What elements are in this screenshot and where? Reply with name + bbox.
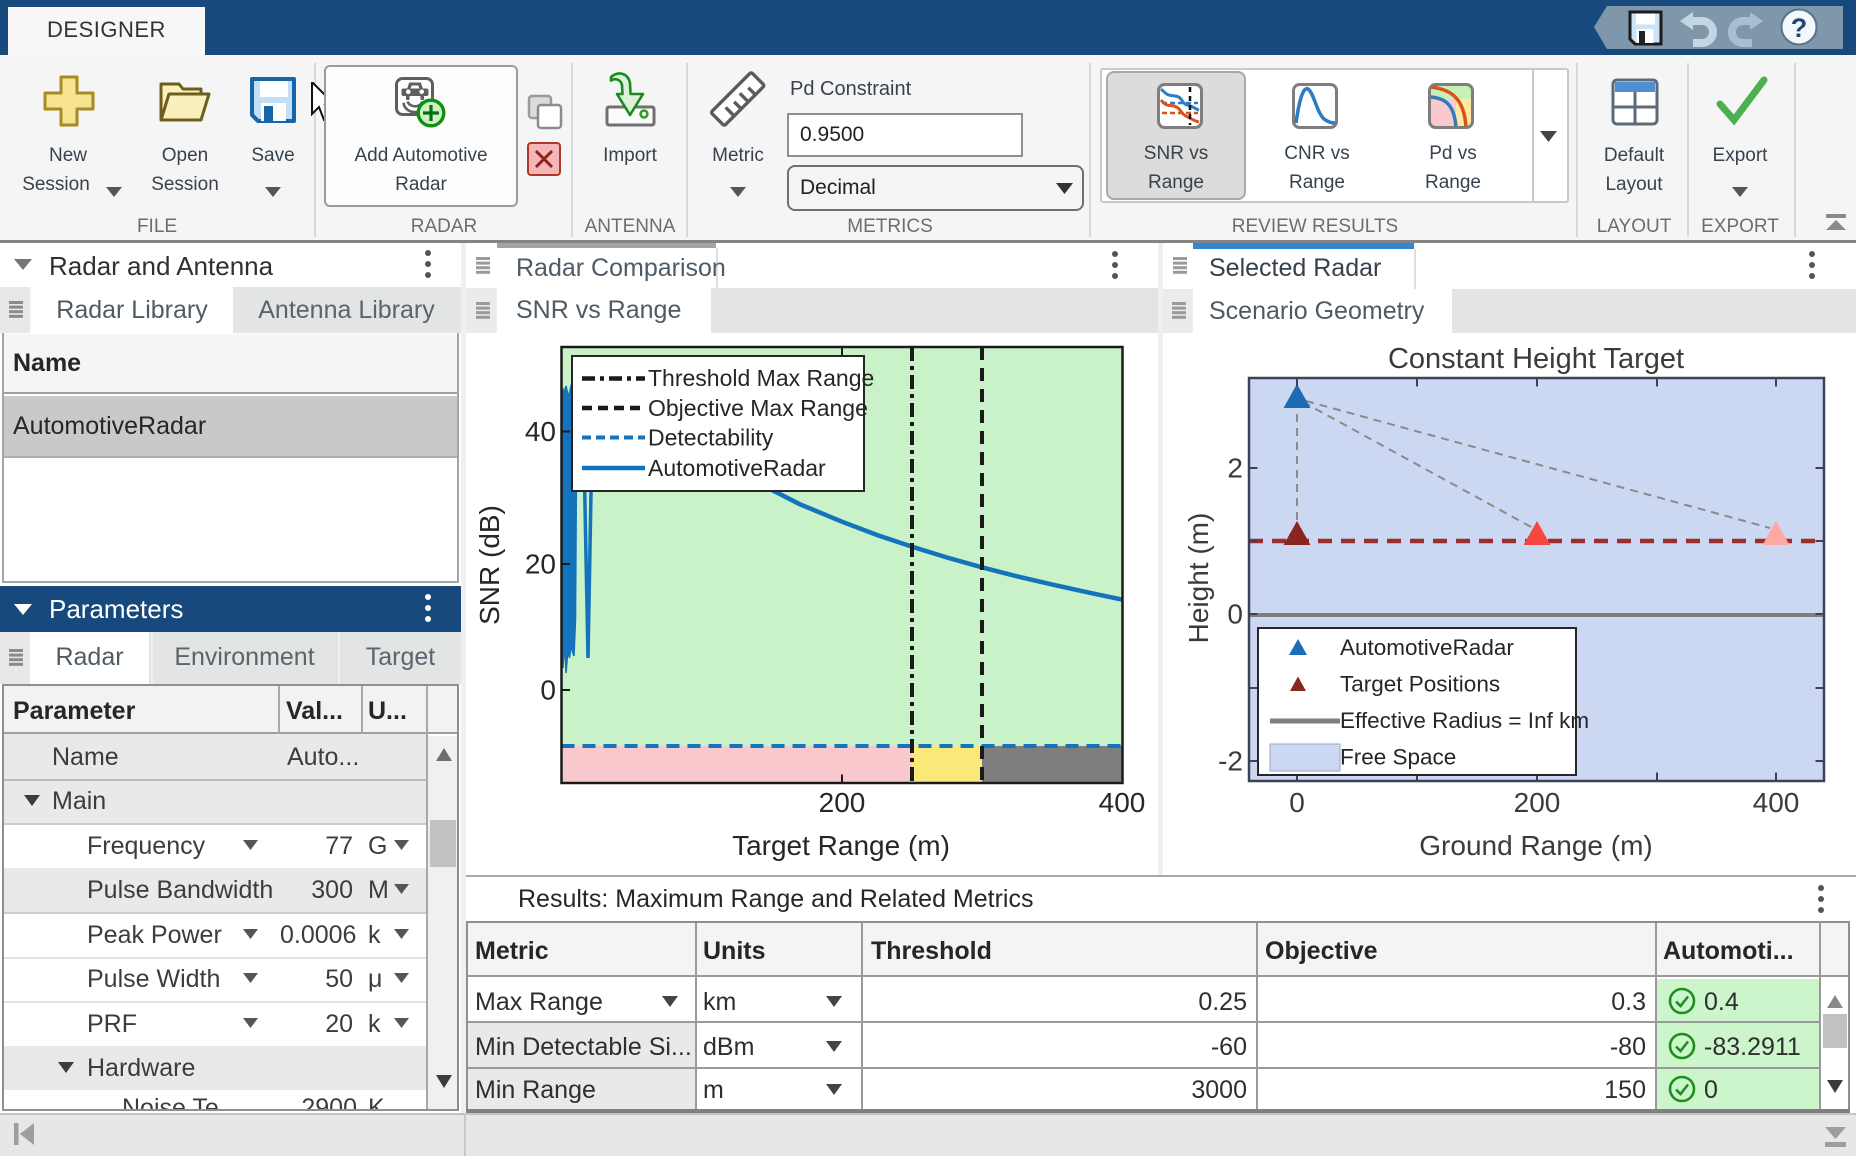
svg-text:SNR (dB): SNR (dB) [474,505,505,625]
svg-text:0: 0 [1227,599,1243,630]
svg-text:Free Space: Free Space [1340,745,1456,770]
svg-text:Ground Range (m): Ground Range (m) [1419,830,1652,861]
svg-text:40: 40 [525,416,556,447]
svg-text:200: 200 [1514,787,1561,818]
svg-text:?: ? [1791,13,1808,43]
svg-text:Threshold Max Range: Threshold Max Range [648,365,874,391]
svg-text:2: 2 [1227,453,1243,484]
svg-text:Effective Radius = Inf km: Effective Radius = Inf km [1340,708,1589,733]
svg-text:400: 400 [1753,787,1800,818]
svg-text:0: 0 [1289,787,1305,818]
svg-text:Target Range (m): Target Range (m) [732,830,950,861]
svg-text:0: 0 [540,675,556,706]
svg-text:-2: -2 [1218,746,1243,777]
svg-text:Height (m): Height (m) [1183,513,1214,644]
svg-text:Constant Height Target: Constant Height Target [1388,343,1684,375]
svg-text:Target Positions: Target Positions [1340,672,1500,697]
svg-text:Objective Max Range: Objective Max Range [648,395,868,421]
svg-text:AutomotiveRadar: AutomotiveRadar [1340,635,1514,660]
svg-text:200: 200 [819,787,866,818]
svg-text:20: 20 [525,549,556,580]
svg-text:Detectability: Detectability [648,425,774,451]
svg-text:AutomotiveRadar: AutomotiveRadar [648,455,826,481]
svg-text:400: 400 [1099,787,1146,818]
